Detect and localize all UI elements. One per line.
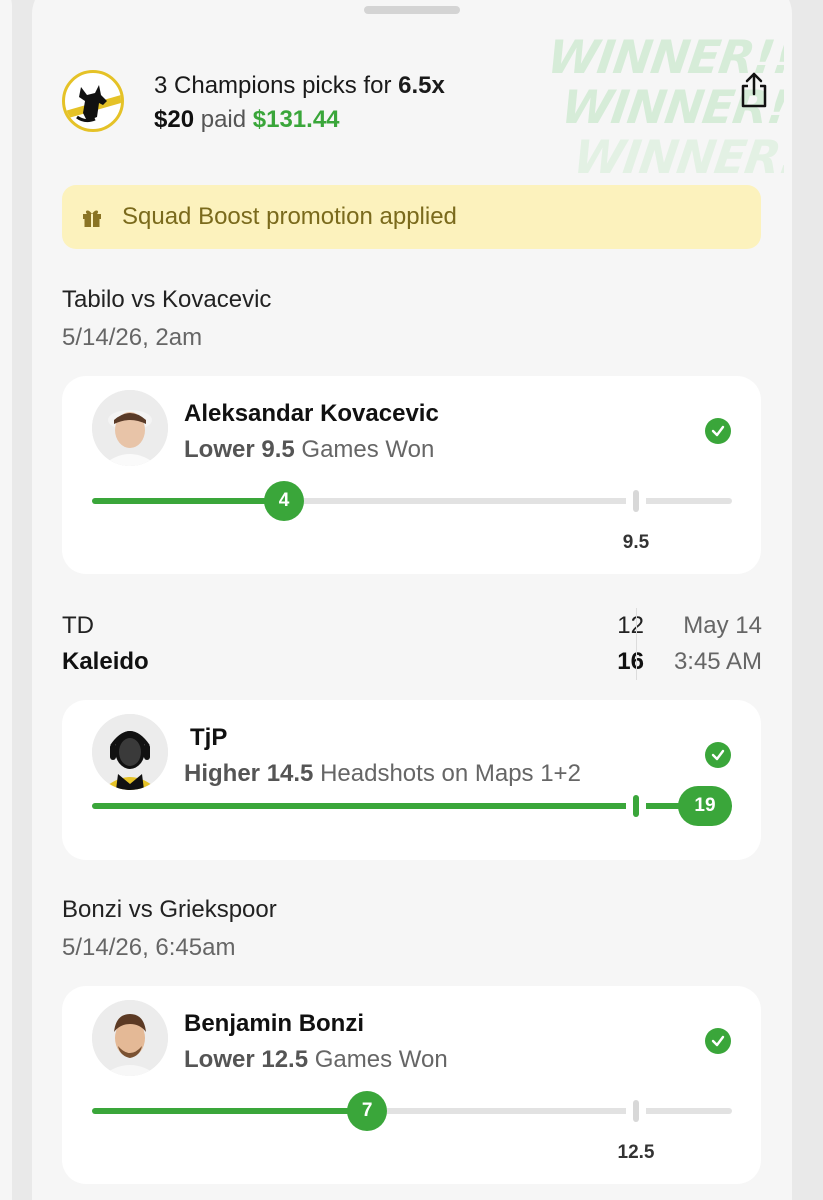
pick-line-value: 14.5 xyxy=(266,760,314,787)
match-date: 5/14/26, 2am xyxy=(62,324,203,351)
team2-score: 16 xyxy=(617,648,644,675)
pick-direction: Lower xyxy=(184,1046,255,1073)
player-name: Aleksandar Kovacevic xyxy=(184,400,439,427)
check-icon xyxy=(705,418,731,444)
winner-watermark-line: WINNER! xyxy=(570,130,784,182)
sheet-grabber[interactable] xyxy=(364,6,460,14)
pick-card[interactable]: Benjamin Bonzi Lower 12.5 Games Won 7 12… xyxy=(62,986,761,1184)
line-marker xyxy=(633,795,639,817)
pick-stat: Headshots on Maps 1+2 xyxy=(320,760,581,787)
player-avatar xyxy=(92,1000,168,1076)
pick-line-value: 9.5 xyxy=(261,436,295,463)
pick-stat: Games Won xyxy=(301,436,435,463)
line-label: 12.5 xyxy=(617,1142,655,1163)
check-icon xyxy=(705,1028,731,1054)
pick-line: Lower 12.5 Games Won xyxy=(184,1046,448,1074)
entry-detail-sheet: WINNER!!! WINNER!! WINNER! 3 Champions p… xyxy=(32,0,792,1200)
entry-header: 3 Champions picks for 6.5x $20 paid $131… xyxy=(62,68,767,138)
pick-stat: Games Won xyxy=(314,1046,448,1073)
pick-line: Higher 14.5 Headshots on Maps 1+2 xyxy=(184,760,581,788)
result-badge: 19 xyxy=(678,786,732,826)
player-avatar xyxy=(92,390,168,466)
check-icon xyxy=(705,742,731,768)
match-header: Tabilo vs Kovacevic 5/14/26, 2am xyxy=(62,286,762,352)
paid-word: paid xyxy=(200,106,247,133)
promo-text: Squad Boost promotion applied xyxy=(122,203,457,230)
share-icon[interactable] xyxy=(738,70,770,110)
esports-scoreboard: TD Kaleido 12 16 May 14 3:45 AM xyxy=(62,608,762,680)
match-title: Bonzi vs Griekspoor xyxy=(62,896,277,923)
pick-card[interactable]: TjP Higher 14.5 Headshots on Maps 1+2 19 xyxy=(62,700,761,860)
pick-line-value: 12.5 xyxy=(261,1046,309,1073)
pick-direction: Higher xyxy=(184,760,261,787)
entry-summary: 3 Champions picks for 6.5x xyxy=(154,72,445,100)
line-label: 9.5 xyxy=(622,532,650,553)
pick-card[interactable]: Aleksandar Kovacevic Lower 9.5 Games Won… xyxy=(62,376,761,574)
team2-name: Kaleido xyxy=(62,648,149,675)
divider xyxy=(636,608,637,680)
gift-icon xyxy=(83,210,101,227)
pick-line: Lower 9.5 Games Won xyxy=(184,436,434,464)
app-logo-icon xyxy=(62,70,124,132)
promo-banner: Squad Boost promotion applied xyxy=(62,185,761,249)
progress-track: 7 xyxy=(92,1091,732,1131)
multiplier: 6.5x xyxy=(398,72,445,99)
match-header: Bonzi vs Griekspoor 5/14/26, 6:45am xyxy=(62,896,762,962)
match-date: May 14 xyxy=(683,612,762,639)
line-marker xyxy=(633,1100,639,1122)
progress-fill xyxy=(92,498,284,504)
team1-name: TD xyxy=(62,612,94,639)
result-badge: 4 xyxy=(264,481,304,521)
player-name: Benjamin Bonzi xyxy=(184,1010,365,1037)
progress-track: 19 xyxy=(92,786,732,826)
progress-fill xyxy=(92,1108,368,1114)
match-time: 3:45 AM xyxy=(673,648,762,675)
line-marker xyxy=(633,490,639,512)
player-avatar xyxy=(92,714,168,790)
stake-amount: $20 xyxy=(154,106,195,133)
match-date: 5/14/26, 6:45am xyxy=(62,934,236,961)
previous-card-edge xyxy=(0,0,12,1200)
entry-payout: $20 paid $131.44 xyxy=(154,106,340,134)
picks-text: 3 Champions picks for xyxy=(154,72,392,99)
payout-amount: $131.44 xyxy=(252,106,340,133)
team1-score: 12 xyxy=(617,612,644,639)
player-name: TjP xyxy=(190,724,228,751)
result-badge: 7 xyxy=(347,1091,388,1131)
match-title: Tabilo vs Kovacevic xyxy=(62,286,272,313)
pick-direction: Lower xyxy=(184,436,255,463)
progress-track: 4 xyxy=(92,481,732,521)
